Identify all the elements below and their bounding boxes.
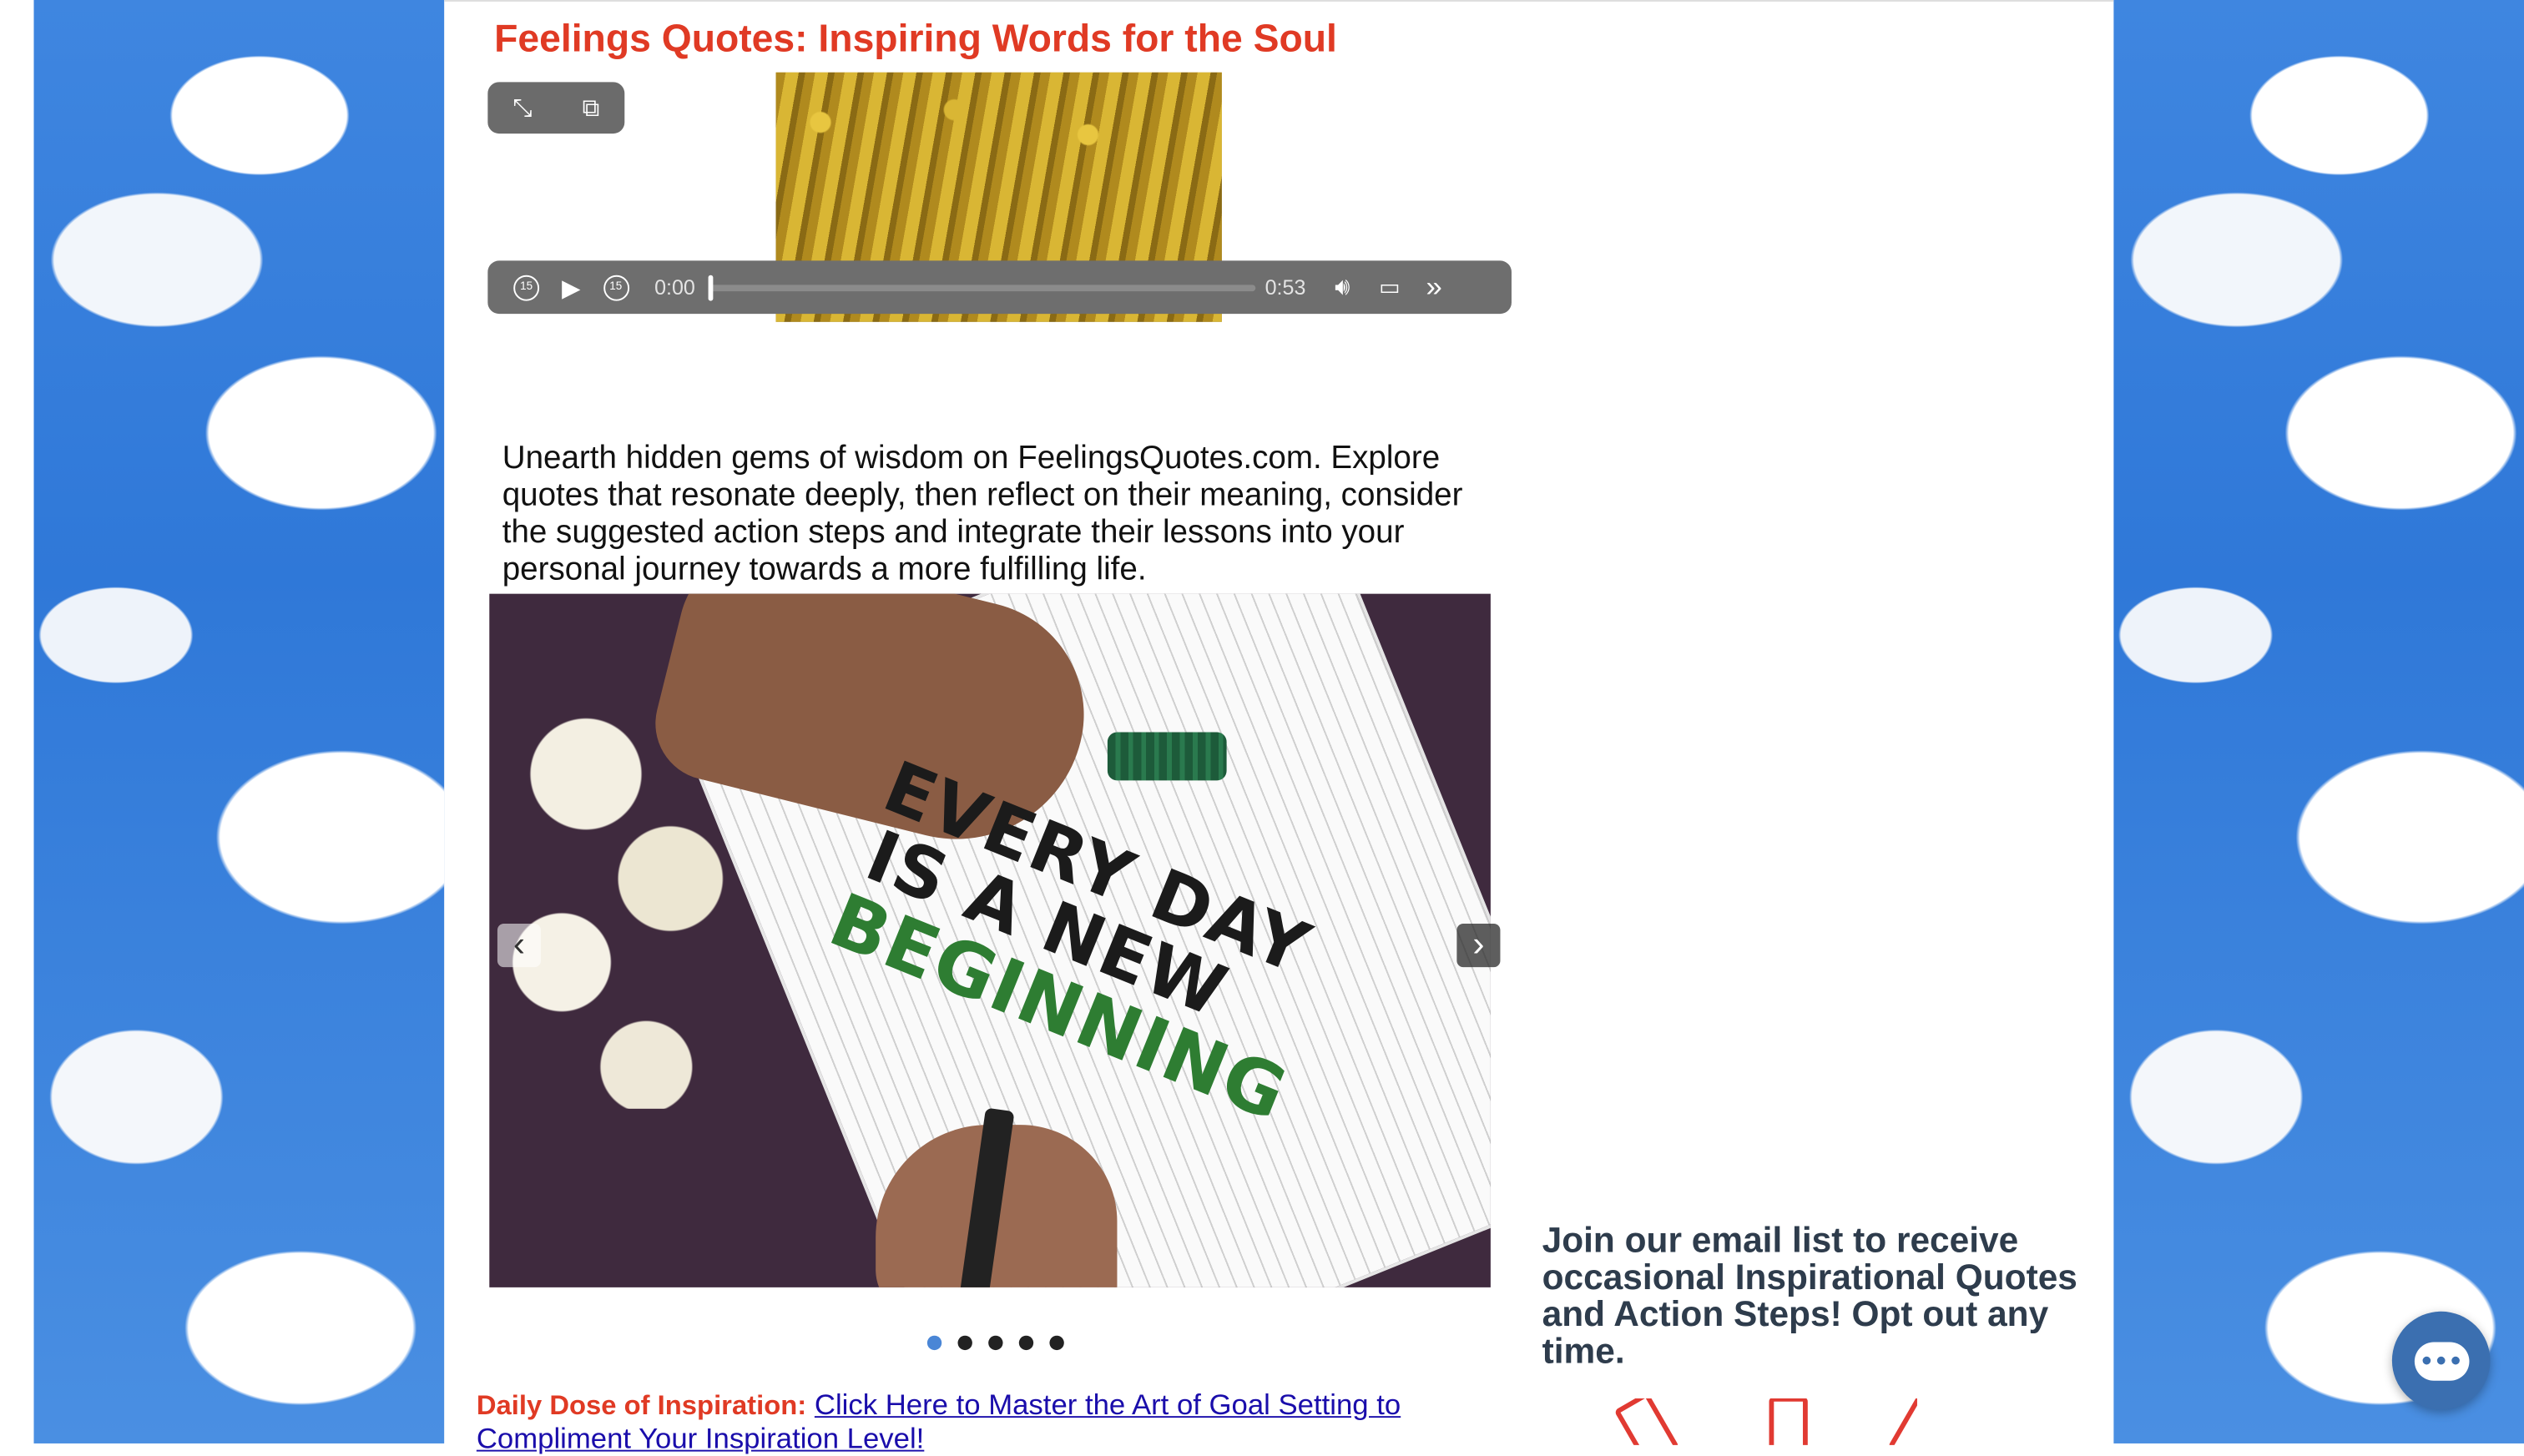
inspiration-line: Daily Dose of Inspiration: Click Here to… <box>477 1388 1442 1456</box>
slide-image: EVERY DAY IS A NEW BEGINNING <box>489 593 1491 1287</box>
chat-button[interactable] <box>2391 1311 2491 1410</box>
marker-cap-graphic <box>1107 732 1227 781</box>
slider-dot[interactable] <box>957 1335 972 1351</box>
play-icon[interactable]: ▶ <box>562 260 580 314</box>
signup-graphic <box>1579 1398 1917 1445</box>
fullscreen-icon[interactable]: ⤡ <box>512 94 532 122</box>
chat-icon <box>2413 1341 2469 1380</box>
duration-time: 0:53 <box>1265 275 1306 300</box>
email-signup-heading: Join our email list to receive occasiona… <box>1542 1219 2077 1372</box>
sky-background-left <box>33 0 445 1443</box>
airplay-icon[interactable]: ▭ <box>1379 260 1401 314</box>
slider-dot[interactable] <box>1049 1335 1064 1351</box>
main-content: Feelings Quotes: Inspiring Words for the… <box>444 0 2114 1454</box>
slider-prev-arrow-icon[interactable]: ‹ <box>497 924 542 968</box>
progress-handle[interactable] <box>708 274 714 300</box>
page: Feelings Quotes: Inspiring Words for the… <box>0 0 2524 1454</box>
skip-back-icon[interactable]: 15 <box>513 274 540 300</box>
progress-track[interactable] <box>708 274 1256 300</box>
slider-dot[interactable] <box>988 1335 1003 1351</box>
skip-forward-icon[interactable]: 15 <box>603 274 629 300</box>
more-icon[interactable]: » <box>1426 260 1441 314</box>
slider-pagination <box>926 1335 1064 1351</box>
intro-text: Unearth hidden gems of wisdom on Feeling… <box>502 441 1463 587</box>
page-title: Feelings Quotes: Inspiring Words for the… <box>494 18 1337 62</box>
current-time: 0:00 <box>654 275 695 300</box>
slider-dot[interactable] <box>926 1335 942 1351</box>
slider-dot[interactable] <box>1018 1335 1034 1351</box>
sky-background-right <box>2113 0 2524 1443</box>
picture-in-picture-icon[interactable]: ⧉ <box>583 94 600 122</box>
image-slider: EVERY DAY IS A NEW BEGINNING ‹ › <box>489 593 1501 1287</box>
volume-icon[interactable]: 🔊︎ <box>1335 260 1350 314</box>
video-window-controls: ⤡ ⧉ <box>487 82 625 134</box>
slider-next-arrow-icon[interactable]: › <box>1456 924 1501 968</box>
player-control-bar: 15 ▶ 15 0:00 0:53 🔊︎ ▭ » <box>487 260 1512 315</box>
inspiration-label: Daily Dose of Inspiration: <box>476 1390 807 1421</box>
